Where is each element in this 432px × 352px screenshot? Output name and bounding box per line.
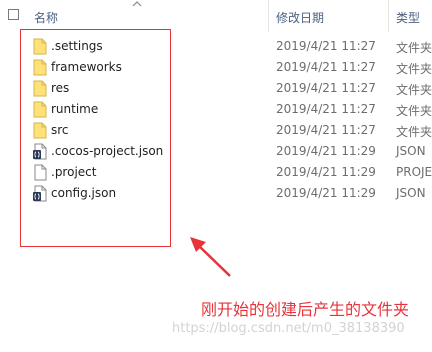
file-modified-date: 2019/4/21 11:29 [276, 186, 376, 200]
file-type: PROJE [396, 165, 432, 179]
annotation-highlight-box [20, 29, 171, 247]
file-modified-date: 2019/4/21 11:29 [276, 165, 376, 179]
column-name-header[interactable]: 名称 [34, 9, 58, 26]
file-type: 文件夹 [396, 104, 432, 118]
column-date-header[interactable]: 修改日期 [276, 9, 324, 26]
watermark-text: https://blog.csdn.net/m0_38138390 [172, 321, 405, 336]
annotation-arrow-icon [190, 237, 231, 277]
file-modified-date: 2019/4/21 11:27 [276, 81, 376, 95]
file-modified-date: 2019/4/21 11:27 [276, 60, 376, 74]
column-type-header[interactable]: 类型 [396, 9, 420, 26]
file-type: 文件夹 [396, 125, 432, 139]
file-modified-date: 2019/4/21 11:27 [276, 102, 376, 116]
annotation-text: 刚开始的创建后产生的文件夹 [201, 300, 410, 319]
column-divider[interactable] [268, 0, 269, 32]
sort-ascending-icon[interactable] [132, 0, 142, 8]
file-modified-date: 2019/4/21 11:29 [276, 144, 376, 158]
file-type: JSON [396, 144, 426, 158]
file-type: 文件夹 [396, 62, 432, 76]
file-type: 文件夹 [396, 83, 432, 97]
file-modified-date: 2019/4/21 11:27 [276, 123, 376, 137]
column-divider[interactable] [388, 0, 389, 32]
select-all-checkbox[interactable] [8, 9, 19, 20]
file-modified-date: 2019/4/21 11:27 [276, 39, 376, 53]
file-type: JSON [396, 186, 426, 200]
column-header: 名称 修改日期 类型 [0, 0, 432, 32]
file-type: 文件夹 [396, 41, 432, 55]
